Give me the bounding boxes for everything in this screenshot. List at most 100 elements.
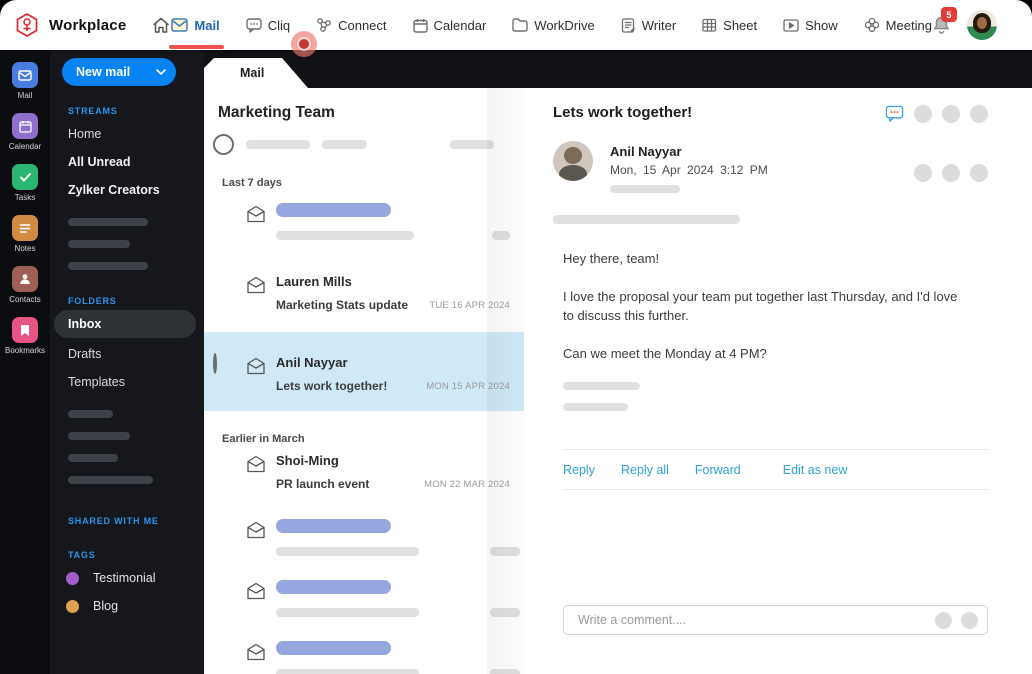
reply-all-button[interactable]: Reply all (621, 463, 669, 477)
app-bookmarks[interactable]: Bookmarks (5, 317, 45, 355)
mail-item-shoi-ming[interactable]: Shoi-Ming PR launch event MON 22 MAR 202… (204, 447, 524, 503)
sidebar-item-zylker-creators[interactable]: Zylker Creators (50, 176, 204, 204)
cursor-highlight-dot (291, 31, 317, 57)
topbar-right: 5 (932, 7, 1032, 40)
message-subject: Marketing Stats update (276, 298, 409, 312)
mail-item-skeleton[interactable] (204, 191, 524, 252)
sidebar-item-templates[interactable]: Templates (50, 368, 204, 396)
mail-item-anil-nayyar[interactable]: Anil Nayyar Lets work together! MON 15 A… (204, 332, 524, 411)
sender-name: Shoi-Ming (276, 453, 339, 468)
recipient-skeleton (610, 185, 680, 193)
home-icon[interactable] (151, 15, 171, 35)
calendar-app-label: Calendar (8, 142, 42, 151)
sidebar-skeleton (68, 240, 130, 248)
tasks-app-label: Tasks (14, 193, 36, 202)
topnav-mail[interactable]: Mail (169, 14, 225, 49)
scrollbar-track[interactable] (487, 88, 524, 674)
top-navigation: Mail Cliq Connect Calendar WorkDrive Wri… (169, 13, 932, 49)
group-label-recent: Last 7 days (222, 177, 282, 189)
bookmarks-app-label: Bookmarks (4, 346, 45, 355)
message-action-placeholder[interactable] (942, 164, 960, 182)
body-paragraph: I love the proposal your team put togeth… (563, 288, 958, 323)
shared-section-label: SHARED WITH ME (68, 516, 159, 526)
toolbar-icon-placeholder[interactable] (914, 104, 932, 123)
sidebar-skeleton (68, 218, 148, 226)
mail-icon (171, 18, 189, 32)
mail-app-icon (12, 62, 38, 88)
topnav-connect[interactable]: Connect (316, 13, 387, 37)
tasks-app-icon (12, 164, 38, 190)
topnav-meeting[interactable]: Meeting (864, 13, 932, 37)
open-envelope-icon (246, 203, 276, 228)
folders-section-label: FOLDERS (68, 296, 117, 306)
sender-name: Lauren Mills (276, 274, 352, 289)
show-icon (783, 18, 799, 32)
app-tasks[interactable]: Tasks (12, 164, 38, 202)
tags-section-label: TAGS (68, 550, 96, 560)
toolbar-icon-placeholder[interactable] (970, 104, 988, 123)
topnav-workdrive-label: WorkDrive (534, 17, 595, 33)
open-envelope-icon (246, 274, 276, 299)
filter-skeleton (322, 140, 367, 149)
sidebar-item-drafts[interactable]: Drafts (50, 340, 204, 368)
tag-testimonial[interactable]: Testimonial (50, 564, 204, 592)
comment-tool-placeholder[interactable] (961, 611, 978, 629)
topnav-writer[interactable]: Writer (621, 14, 676, 37)
topbar: Workplace Mail Cliq Connect Calendar Wor… (0, 0, 1032, 50)
edit-as-new-button[interactable]: Edit as new (783, 463, 848, 477)
app-notes[interactable]: Notes (12, 215, 38, 253)
user-avatar[interactable] (966, 10, 997, 40)
sidebar-skeleton (68, 432, 130, 440)
notification-badge: 5 (940, 7, 957, 22)
sidebar-skeleton (68, 476, 153, 484)
body-paragraph: Can we meet the Monday at 4 PM? (563, 345, 767, 361)
mail-item-lauren-mills[interactable]: Lauren Mills Marketing Stats update TUE … (204, 262, 524, 324)
sidebar-item-home[interactable]: Home (50, 120, 204, 148)
comment-bubble-icon[interactable] (885, 104, 904, 123)
topnav-connect-label: Connect (338, 17, 387, 33)
topnav-calendar[interactable]: Calendar (412, 14, 486, 37)
topnav-show-label: Show (805, 17, 838, 33)
sidebar-item-all-unread[interactable]: All Unread (50, 148, 204, 176)
select-all-circle[interactable] (213, 134, 234, 155)
topnav-sheet[interactable]: Sheet (702, 14, 757, 37)
meeting-icon (864, 17, 880, 33)
signature-skeleton (563, 403, 628, 412)
tab-mail[interactable]: Mail (204, 58, 308, 88)
notifications-bell-icon[interactable]: 5 (932, 7, 957, 35)
subject-skeleton (276, 641, 391, 655)
subject-skeleton (276, 519, 391, 533)
comment-input[interactable] (578, 613, 935, 627)
reader-sender-name: Anil Nayyar (610, 144, 682, 159)
app-contacts[interactable]: Contacts (9, 266, 41, 304)
topnav-cliq[interactable]: Cliq (245, 14, 291, 37)
comment-tool-placeholder[interactable] (935, 611, 952, 629)
topnav-cliq-label: Cliq (267, 17, 291, 33)
preview-skeleton (276, 231, 414, 240)
reply-button[interactable]: Reply (563, 463, 595, 477)
forward-button[interactable]: Forward (695, 463, 741, 477)
open-envelope-icon (246, 453, 276, 478)
app-calendar[interactable]: Calendar (9, 113, 41, 151)
topnav-workdrive[interactable]: WorkDrive (512, 14, 595, 37)
mail-item-skeleton[interactable] (204, 568, 524, 629)
topnav-show[interactable]: Show (783, 14, 838, 37)
toolbar-icon-placeholder[interactable] (942, 104, 960, 123)
app-rail: Mail Calendar Tasks Notes Contacts Bookm… (0, 50, 50, 674)
message-title: Lets work together! (553, 104, 693, 121)
topnav-mail-label: Mail (194, 17, 220, 33)
tag-blog[interactable]: Blog (50, 592, 204, 620)
open-envelope-icon (246, 641, 276, 666)
open-envelope-icon (246, 348, 276, 380)
mail-item-skeleton[interactable] (204, 507, 524, 568)
new-mail-button[interactable]: New mail (62, 58, 176, 86)
message-action-placeholder[interactable] (970, 164, 988, 182)
calendar-app-icon (12, 113, 38, 139)
message-select-circle[interactable] (213, 353, 217, 374)
app-mail[interactable]: Mail (12, 62, 38, 100)
sidebar-item-inbox[interactable]: Inbox (54, 310, 196, 338)
subject-skeleton (276, 203, 391, 217)
mail-item-skeleton[interactable] (204, 629, 524, 674)
message-action-placeholder[interactable] (914, 164, 932, 182)
mail-list-title: Marketing Team (218, 104, 335, 121)
